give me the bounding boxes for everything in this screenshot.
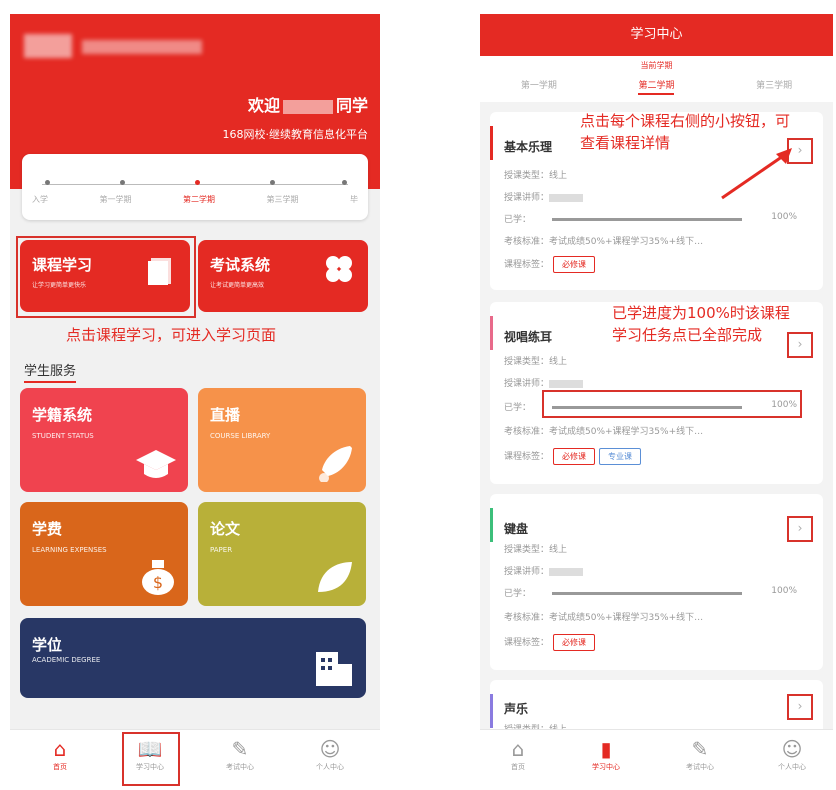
tuition-tile[interactable]: 学费 LEARNING EXPENSES $ — [20, 502, 188, 606]
semester-tabs: 当前学期 第一学期 第二学期 第三学期 — [480, 56, 833, 102]
svg-text:$: $ — [153, 573, 163, 592]
tab-home[interactable]: ⌂ 首页 — [30, 736, 90, 772]
tab-semester-3[interactable]: 第三学期 — [756, 78, 792, 95]
blurred-name — [82, 40, 202, 54]
home-screen: 欢迎 同学 168网校·继续教育信息化平台 入学 第一学期 第二学期 第三学期 毕… — [10, 14, 380, 790]
highlight-box-progress — [542, 390, 802, 418]
bottom-tabbar: ⌂ 首页 📖 学习中心 ✎ 考试中心 ☺ 个人中心 — [10, 729, 380, 790]
course-card: 键盘 授课类型：线上 授课讲师： 已学： 100% 考核标准：考试成绩50%+课… — [490, 494, 823, 670]
tab-semester-1[interactable]: 第一学期 — [521, 78, 557, 95]
progress-bar — [552, 592, 742, 595]
avatar — [24, 34, 72, 58]
home-icon: ⌂ — [511, 737, 525, 761]
tab-personal-center[interactable]: ☺ 个人中心 — [300, 736, 360, 772]
semester-3[interactable]: 第三学期 — [267, 194, 299, 205]
exam-system-tile[interactable]: 考试系统 让考试更简单更高效 — [198, 240, 368, 312]
live-tile[interactable]: 直播 COURSE LIBRARY — [198, 388, 366, 492]
course-detail-button[interactable]: › — [787, 694, 813, 720]
book-icon: ▮ — [600, 737, 612, 761]
pen-icon: ✎ — [691, 737, 709, 761]
tab-exam-center[interactable]: ✎ 考试中心 — [670, 736, 730, 772]
semester-4[interactable]: 毕 — [350, 194, 358, 205]
clover-icon — [326, 256, 352, 282]
semester-2[interactable]: 第二学期 — [183, 194, 215, 205]
welcome-text: 欢迎 同学 — [247, 96, 368, 115]
course-detail-button[interactable]: › — [787, 332, 813, 358]
rocket-icon — [319, 446, 352, 482]
tab-home[interactable]: ⌂ 首页 — [488, 736, 548, 772]
tab-exam-center[interactable]: ✎ 考试中心 — [210, 736, 270, 772]
home-icon: ⌂ — [53, 737, 67, 761]
money-bag-icon: $ — [142, 560, 174, 595]
highlight-box-study-tab — [122, 732, 180, 786]
tab-semester-2[interactable]: 第二学期 — [638, 78, 675, 95]
building-icon — [316, 652, 352, 686]
degree-tile[interactable]: 学位 ACADEMIC DEGREE — [20, 618, 366, 698]
semester-timeline: 入学 第一学期 第二学期 第三学期 毕 — [22, 154, 368, 220]
student-status-tile[interactable]: 学籍系统 STUDENT STATUS — [20, 388, 188, 492]
course-detail-button[interactable]: › — [787, 516, 813, 542]
highlight-box — [16, 236, 196, 318]
user-icon: ☺ — [781, 737, 803, 761]
paper-tile[interactable]: 论文 PAPER — [198, 502, 366, 606]
annotation-course-study: 点击课程学习，可进入学习页面 — [66, 326, 277, 344]
user-icon: ☺ — [319, 737, 341, 761]
semester-0[interactable]: 入学 — [32, 194, 48, 205]
page-title: 学习中心 — [480, 14, 833, 56]
student-services-title: 学生服务 — [24, 360, 77, 383]
leaf-icon — [318, 562, 352, 592]
bottom-tabbar: ⌂ 首页 ▮ 学习中心 ✎ 考试中心 ☺ 个人中心 — [480, 729, 833, 790]
pen-icon: ✎ — [231, 737, 249, 761]
platform-name: 168网校·继续教育信息化平台 — [222, 128, 369, 141]
study-center-screen: 学习中心 当前学期 第一学期 第二学期 第三学期 基本乐理 授课类型：线上 授课… — [480, 14, 833, 790]
arrow-annotation — [721, 148, 792, 200]
progress-bar — [552, 218, 742, 221]
tab-personal-center[interactable]: ☺ 个人中心 — [762, 736, 822, 772]
tab-study-center[interactable]: ▮ 学习中心 — [576, 736, 636, 772]
semester-1[interactable]: 第一学期 — [100, 194, 132, 205]
annotation-progress: 已学进度为100%时该课程学习任务点已全部完成 — [612, 304, 790, 344]
graduation-cap-icon — [136, 450, 176, 478]
